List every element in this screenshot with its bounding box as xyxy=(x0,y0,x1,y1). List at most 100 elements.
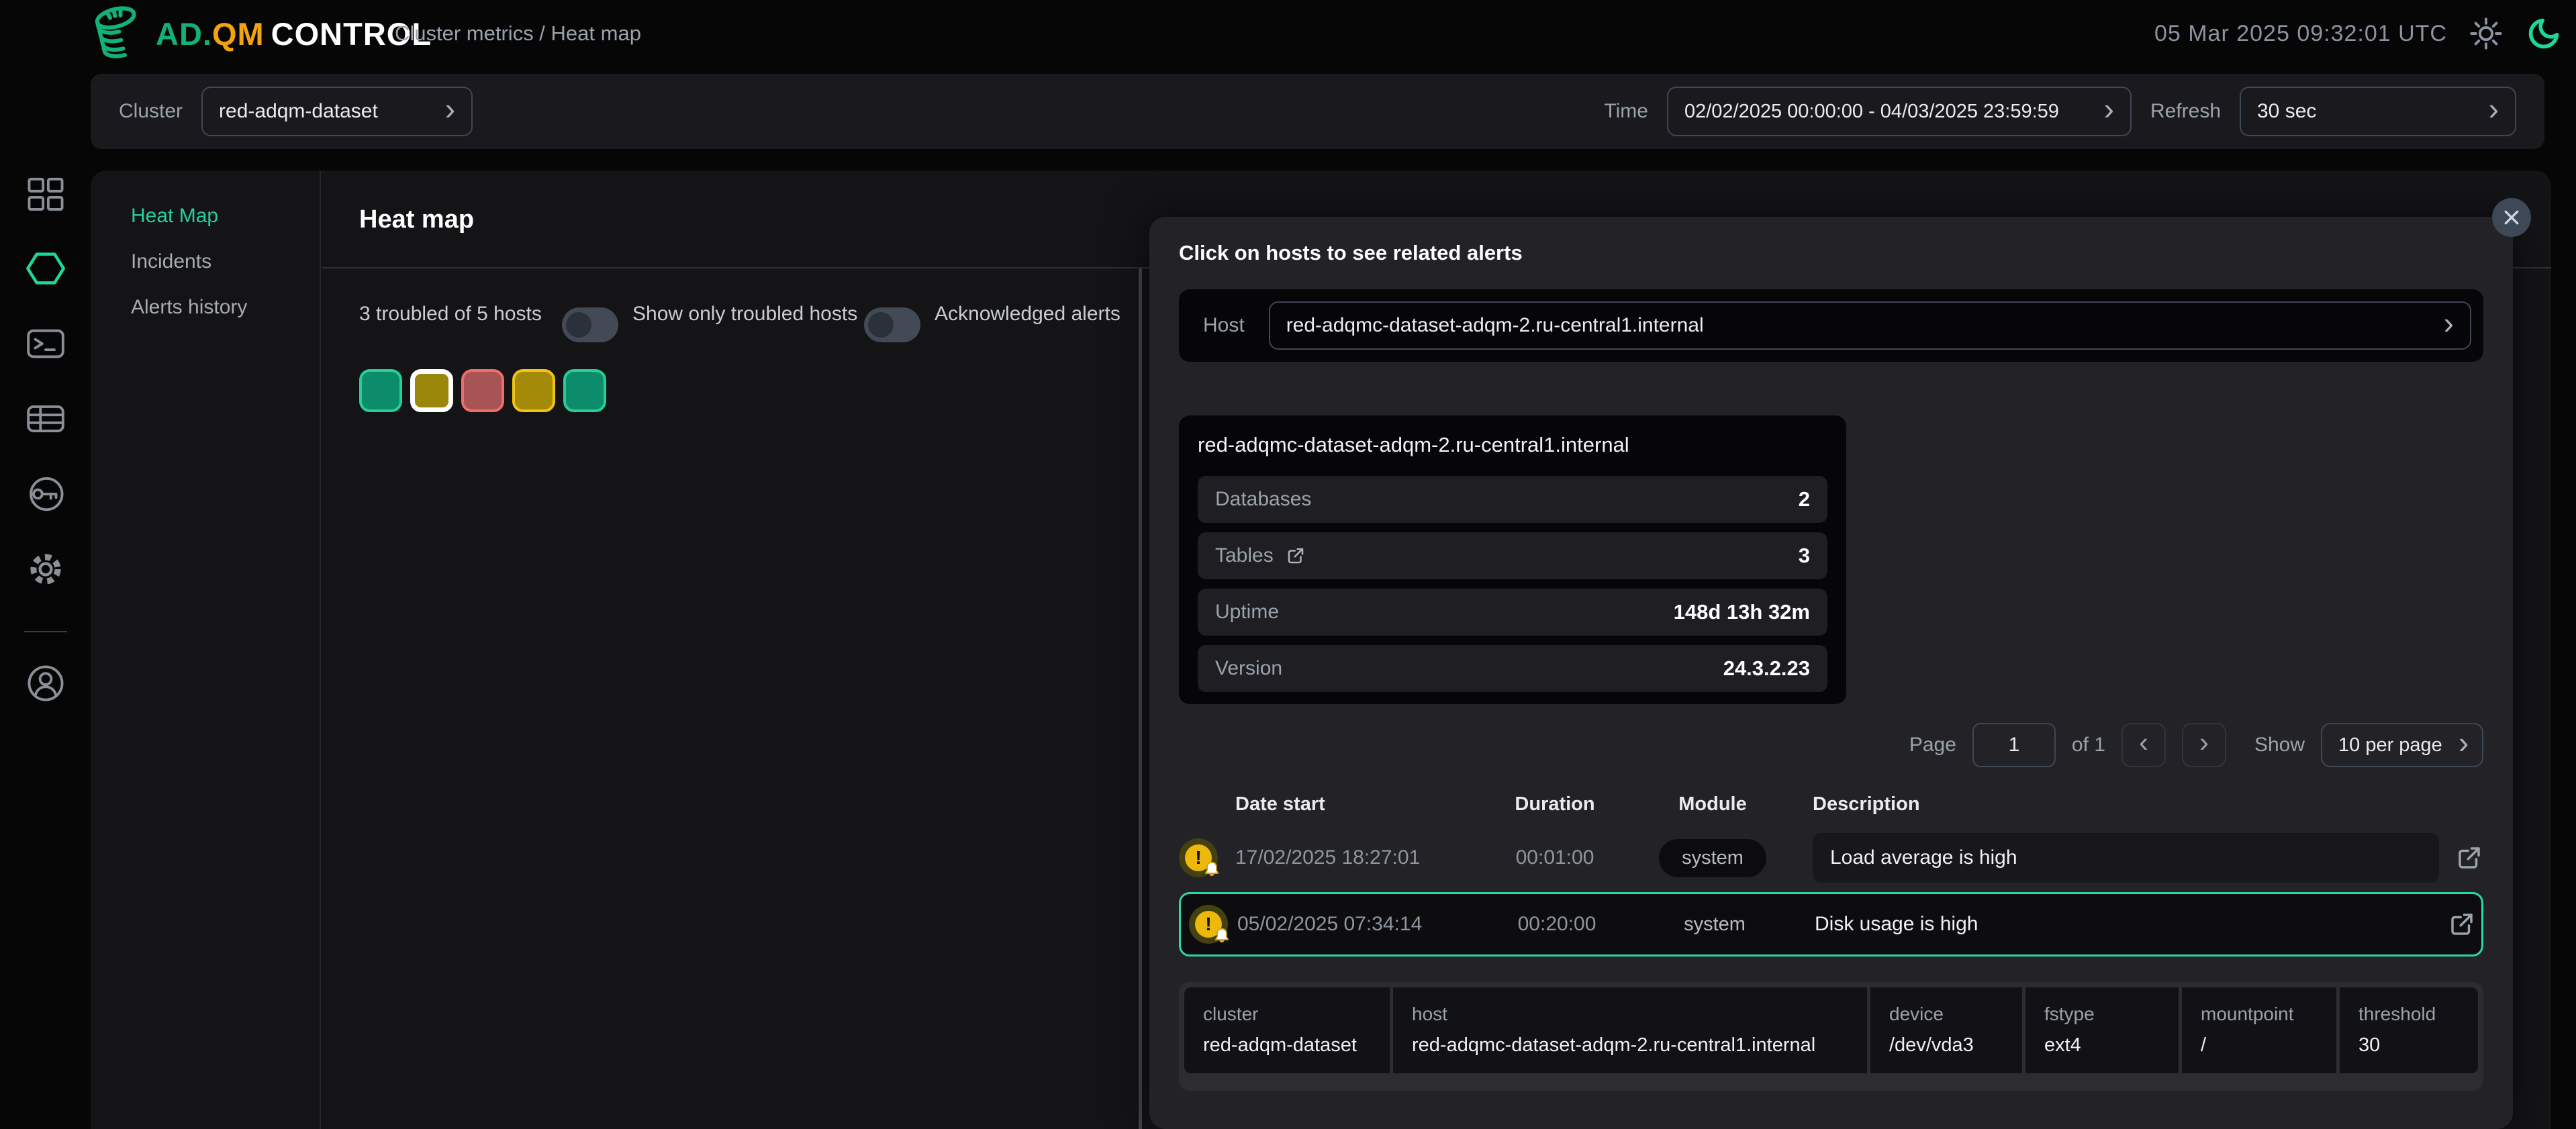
external-link-icon[interactable] xyxy=(1286,546,1306,566)
show-only-troubled-toggle[interactable] xyxy=(562,307,618,342)
refresh-interval-select[interactable]: 30 sec › xyxy=(2240,87,2516,136)
section-nav: Heat Map Incidents Alerts history xyxy=(91,170,321,1129)
detail-row-tables: Tables 3 xyxy=(1198,532,1827,579)
acknowledged-alerts-toggle[interactable] xyxy=(864,307,920,342)
alert-row[interactable]: ! 17/02/2025 18:27:01 00:01:00 system Lo… xyxy=(1179,828,2483,888)
host-tile-ok[interactable] xyxy=(563,369,606,412)
refresh-label: Refresh xyxy=(2150,100,2221,123)
detail-value: 148d 13h 32m xyxy=(1674,600,1810,624)
host-select[interactable]: red-adqmc-dataset-adqm-2.ru-central1.int… xyxy=(1269,301,2471,350)
column-header-module: Module xyxy=(1630,793,1795,816)
settings-gear-icon[interactable] xyxy=(24,548,67,591)
time-range-select[interactable]: 02/02/2025 00:00:00 - 04/03/2025 23:59:5… xyxy=(1667,87,2132,136)
warning-bell-icon: ! xyxy=(1189,905,1228,944)
field-label: mountpoint xyxy=(2201,1003,2318,1025)
alert-detail-device: device /dev/vda3 xyxy=(1870,987,2022,1073)
host-details-title: red-adqmc-dataset-adqm-2.ru-central1.int… xyxy=(1198,433,1827,457)
field-label: cluster xyxy=(1203,1003,1371,1025)
alert-duration: 00:01:00 xyxy=(1480,846,1630,869)
table-icon[interactable] xyxy=(24,397,67,440)
host-label: Host xyxy=(1203,314,1245,337)
per-page-value: 10 per page xyxy=(2338,734,2442,756)
content-scrollbar[interactable] xyxy=(1139,268,1142,1129)
column-header-duration: Duration xyxy=(1480,793,1630,816)
show-only-troubled-label: Show only troubled hosts xyxy=(632,299,867,329)
alert-row-selected[interactable]: ! 05/02/2025 07:34:14 00:20:00 system Di… xyxy=(1179,892,2483,956)
host-alerts-drawer: Click on hosts to see related alerts Hos… xyxy=(1149,217,2513,1129)
app-logo[interactable]: AD.QMCONTROL xyxy=(87,4,432,63)
host-tile-warning[interactable] xyxy=(512,369,555,412)
alert-detail-cluster: cluster red-adqm-dataset xyxy=(1184,987,1390,1073)
field-value: red-adqm-dataset xyxy=(1203,1034,1371,1057)
field-value: 30 xyxy=(2358,1034,2459,1057)
field-value: red-adqmc-dataset-adqm-2.ru-central1.int… xyxy=(1412,1034,1848,1057)
cluster-select-value: red-adqm-dataset xyxy=(219,100,378,123)
host-tile-critical[interactable] xyxy=(461,369,504,412)
alert-description: Disk usage is high xyxy=(1815,913,1978,936)
prev-page-button[interactable]: ‹ xyxy=(2121,723,2166,767)
detail-value: 24.3.2.23 xyxy=(1723,656,1810,681)
time-label: Time xyxy=(1604,100,1648,123)
field-label: fstype xyxy=(2044,1003,2160,1025)
time-range-value: 02/02/2025 00:00:00 - 04/03/2025 23:59:5… xyxy=(1684,101,2059,123)
nav-item-alerts-history[interactable]: Alerts history xyxy=(131,294,320,321)
detail-label: Databases xyxy=(1215,488,1311,511)
toggle-knob xyxy=(868,312,894,338)
logo-database-icon xyxy=(87,4,152,63)
user-profile-icon[interactable] xyxy=(24,662,67,705)
hexagon-monitoring-icon[interactable] xyxy=(24,247,67,290)
key-access-icon[interactable] xyxy=(24,473,67,516)
detail-label: Tables xyxy=(1215,544,1274,567)
acknowledged-alerts-label: Acknowledged alerts xyxy=(935,299,1143,329)
troubled-hosts-count: 3 troubled of 5 hosts xyxy=(359,299,554,329)
close-icon[interactable] xyxy=(2492,198,2531,237)
alert-date-start: 05/02/2025 07:34:14 xyxy=(1237,913,1482,936)
page-label: Page xyxy=(1909,734,1956,756)
open-alert-external-link-icon[interactable] xyxy=(2448,910,2476,938)
breadcrumb: Cluster metrics / Heat map xyxy=(395,0,641,67)
show-label: Show xyxy=(2254,734,2305,756)
terminal-icon[interactable] xyxy=(24,322,67,365)
host-tile-ok[interactable] xyxy=(359,369,402,412)
cluster-select[interactable]: red-adqm-dataset › xyxy=(201,87,473,136)
light-theme-sun-icon[interactable] xyxy=(2467,15,2505,52)
field-value: /dev/vda3 xyxy=(1889,1034,2003,1057)
page-title: Heat map xyxy=(359,205,474,234)
toggle-knob xyxy=(566,312,591,338)
nav-item-incidents[interactable]: Incidents xyxy=(131,248,320,275)
host-tile-warning-selected[interactable] xyxy=(410,369,453,412)
page-of-text: of 1 xyxy=(2072,734,2105,756)
host-tiles xyxy=(359,369,606,412)
alert-duration: 00:20:00 xyxy=(1482,913,1632,936)
alert-description: Load average is high xyxy=(1813,833,2439,883)
detail-row-databases: Databases 2 xyxy=(1198,476,1827,523)
field-label: device xyxy=(1889,1003,2003,1025)
filter-bar: Cluster red-adqm-dataset › Time 02/02/20… xyxy=(91,74,2544,149)
next-page-button[interactable]: › xyxy=(2182,723,2226,767)
field-label: host xyxy=(1412,1003,1848,1025)
nav-item-heat-map[interactable]: Heat Map xyxy=(131,203,320,230)
module-badge: system xyxy=(1661,905,1768,944)
pagination: Page of 1 ‹ › Show 10 per page › xyxy=(1909,722,2483,769)
column-header-description: Description xyxy=(1795,793,2439,816)
open-alert-external-link-icon[interactable] xyxy=(2455,844,2483,872)
column-header-date-start: Date start xyxy=(1235,793,1480,816)
alert-detail-mountpoint: mountpoint / xyxy=(2182,987,2336,1073)
alert-details-card: cluster red-adqm-dataset host red-adqmc-… xyxy=(1179,982,2483,1091)
detail-label: Uptime xyxy=(1215,601,1279,624)
field-label: threshold xyxy=(2358,1003,2459,1025)
icon-sidebar xyxy=(0,170,91,1129)
page-number-input[interactable] xyxy=(1972,723,2056,767)
detail-label: Version xyxy=(1215,657,1282,680)
top-header: AD.QMCONTROL Cluster metrics / Heat map … xyxy=(0,0,2576,67)
detail-value: 3 xyxy=(1799,544,1810,568)
dark-theme-moon-icon[interactable] xyxy=(2525,15,2563,52)
dashboard-grid-icon[interactable] xyxy=(24,173,67,216)
field-value: ext4 xyxy=(2044,1034,2160,1057)
refresh-interval-value: 30 sec xyxy=(2257,100,2316,123)
logo-text-ad: AD. xyxy=(156,16,212,52)
warning-bell-icon: ! xyxy=(1179,838,1218,877)
logo-text-qm: QM xyxy=(212,16,265,52)
per-page-select[interactable]: 10 per page › xyxy=(2321,723,2483,767)
alert-detail-threshold: threshold 30 xyxy=(2340,987,2478,1073)
